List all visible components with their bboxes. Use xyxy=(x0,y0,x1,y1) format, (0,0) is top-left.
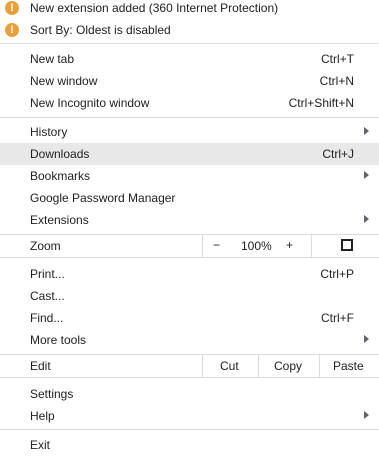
zoom-level: 100% xyxy=(241,239,272,253)
cut-label: Cut xyxy=(220,359,239,373)
menu-item-label: Cast... xyxy=(30,289,65,303)
submenu-arrow-icon xyxy=(364,215,369,223)
zoom-controls: − 100% + xyxy=(202,235,311,257)
zoom-row: Zoom − 100% + xyxy=(0,235,379,257)
edit-label: Edit xyxy=(30,359,51,373)
menu-item-downloads[interactable]: Downloads Ctrl+J xyxy=(0,143,379,165)
menu-item-label: New window xyxy=(30,74,98,88)
menu-item-print[interactable]: Print... Ctrl+P xyxy=(0,263,379,285)
warning-icon: ! xyxy=(5,23,19,37)
chrome-main-menu: ! New extension added (360 Internet Prot… xyxy=(0,0,379,455)
menu-item-settings[interactable]: Settings xyxy=(0,383,379,405)
menu-item-more-tools[interactable]: More tools xyxy=(0,329,379,351)
menu-item-label: Help xyxy=(30,409,55,423)
menu-separator xyxy=(0,429,379,430)
menu-item-exit[interactable]: Exit xyxy=(0,434,379,456)
menu-separator xyxy=(0,377,379,378)
shortcut-label: Ctrl+N xyxy=(319,74,354,88)
submenu-arrow-icon xyxy=(364,335,369,343)
shortcut-label: Ctrl+T xyxy=(321,52,354,66)
submenu-arrow-icon xyxy=(364,127,369,135)
menu-item-find[interactable]: Find... Ctrl+F xyxy=(0,307,379,329)
menu-item-label: New Incognito window xyxy=(30,96,150,110)
zoom-out-button[interactable]: − xyxy=(213,238,220,252)
fullscreen-icon xyxy=(341,239,353,251)
menu-item-cast[interactable]: Cast... xyxy=(0,285,379,307)
menu-item-label: Find... xyxy=(30,311,64,325)
menu-item-label: Print... xyxy=(30,267,65,281)
menu-item-new-incognito[interactable]: New Incognito window Ctrl+Shift+N xyxy=(0,92,379,114)
menu-item-label: Bookmarks xyxy=(30,169,91,183)
warning-icon: ! xyxy=(5,1,19,15)
menu-item-label: Exit xyxy=(30,438,51,452)
menu-separator xyxy=(0,117,379,118)
alert-text: New extension added (360 Internet Protec… xyxy=(30,1,279,15)
menu-item-label: More tools xyxy=(30,333,87,347)
menu-item-password-manager[interactable]: Google Password Manager xyxy=(0,187,379,209)
menu-item-history[interactable]: History xyxy=(0,121,379,143)
menu-item-extensions[interactable]: Extensions xyxy=(0,209,379,231)
edit-row: Edit Cut Copy Paste xyxy=(0,355,379,377)
alert-new-extension[interactable]: ! New extension added (360 Internet Prot… xyxy=(0,0,379,19)
submenu-arrow-icon xyxy=(364,411,369,419)
alert-text: Sort By: Oldest is disabled xyxy=(30,23,171,37)
menu-item-label: Settings xyxy=(30,387,74,401)
copy-label: Copy xyxy=(274,359,303,373)
alert-sort-disabled[interactable]: ! Sort By: Oldest is disabled xyxy=(0,19,379,41)
menu-item-bookmarks[interactable]: Bookmarks xyxy=(0,165,379,187)
menu-item-label: Extensions xyxy=(30,213,89,227)
cut-button[interactable]: Cut xyxy=(202,355,258,377)
fullscreen-button[interactable] xyxy=(311,235,379,257)
menu-item-new-tab[interactable]: New tab Ctrl+T xyxy=(0,48,379,70)
shortcut-label: Ctrl+Shift+N xyxy=(288,96,354,110)
paste-button[interactable]: Paste xyxy=(319,355,379,377)
menu-item-label: Google Password Manager xyxy=(30,191,176,205)
copy-button[interactable]: Copy xyxy=(258,355,319,377)
menu-separator xyxy=(0,43,379,44)
menu-item-label: Downloads xyxy=(30,147,90,161)
menu-item-label: History xyxy=(30,125,68,139)
menu-item-label: New tab xyxy=(30,52,75,66)
menu-separator xyxy=(0,257,379,258)
menu-item-new-window[interactable]: New window Ctrl+N xyxy=(0,70,379,92)
shortcut-label: Ctrl+P xyxy=(320,267,354,281)
menu-item-help[interactable]: Help xyxy=(0,405,379,427)
shortcut-label: Ctrl+J xyxy=(322,147,354,161)
paste-label: Paste xyxy=(333,359,364,373)
shortcut-label: Ctrl+F xyxy=(321,311,354,325)
submenu-arrow-icon xyxy=(364,171,369,179)
zoom-in-button[interactable]: + xyxy=(286,238,293,252)
zoom-label: Zoom xyxy=(30,239,61,253)
